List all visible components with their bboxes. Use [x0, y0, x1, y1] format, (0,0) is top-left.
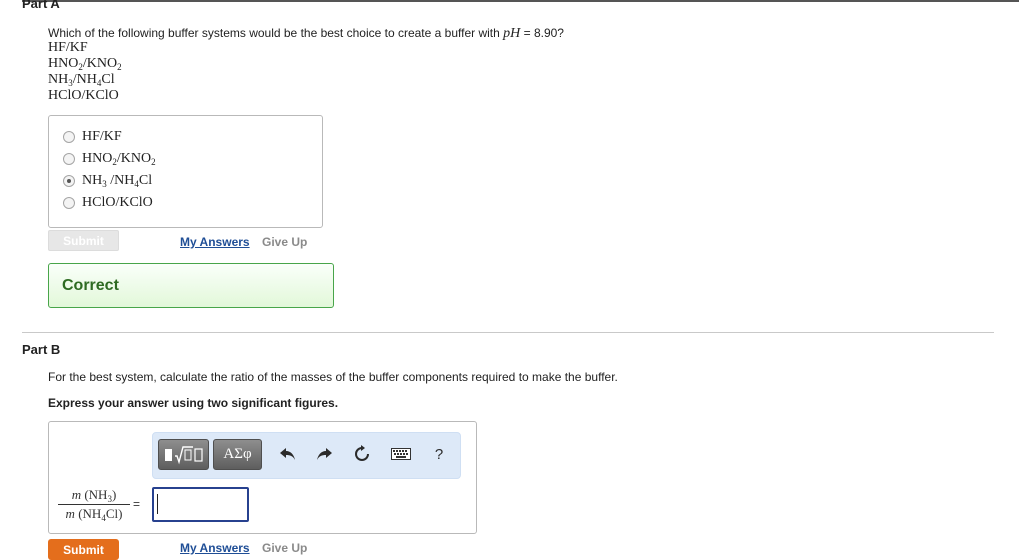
radio-button[interactable] [63, 197, 75, 209]
part-a-title: Part A [22, 0, 60, 11]
text-caret [157, 494, 158, 514]
formula-nh3-nh4cl: NH3/NH4Cl [48, 72, 115, 88]
redo-icon [317, 448, 332, 460]
choice-label: HClO/KClO [82, 195, 153, 210]
correct-feedback-text: Correct [62, 276, 119, 294]
part-b-my-answers-link[interactable]: My Answers [180, 541, 250, 555]
choice-nh3-nh4cl[interactable]: NH3 /NH4Cl [63, 171, 152, 191]
part-a-submit-button[interactable]: Submit [48, 230, 119, 251]
answer-input[interactable] [152, 487, 249, 522]
part-a-question: Which of the following buffer systems wo… [48, 26, 564, 42]
choice-label: HNO2/KNO2 [82, 151, 156, 167]
top-rule [22, 0, 1019, 2]
undo-icon [280, 448, 295, 460]
radio-button-selected[interactable] [63, 175, 75, 187]
templates-icon [164, 445, 203, 464]
choice-hf-kf[interactable]: HF/KF [63, 127, 122, 147]
formula-list: HF/KF HNO2/KNO2 NH3/NH4Cl HClO/KClO [48, 40, 122, 104]
fraction-numerator: m (NH3) [71, 487, 117, 504]
mass-ratio-fraction: m (NH3) m (NH4Cl) [58, 487, 130, 523]
choice-label: NH3 /NH4Cl [82, 173, 153, 189]
part-b-title: Part B [22, 342, 61, 357]
part-a-give-up-link[interactable]: Give Up [262, 235, 307, 249]
reset-icon [355, 445, 369, 461]
math-toolbar: ΑΣφ ? [152, 432, 461, 479]
part-a-my-answers-link[interactable]: My Answers [180, 235, 250, 249]
question-ph: pH [503, 26, 521, 41]
keyboard-button[interactable] [389, 443, 413, 465]
choices-box: HF/KF HNO2/KNO2 NH3 /NH4Cl HClO/KClO [48, 115, 323, 228]
part-b-question: For the best system, calculate the ratio… [48, 370, 618, 384]
section-divider [22, 332, 994, 333]
fraction-bar [58, 504, 130, 505]
help-button[interactable]: ? [429, 443, 449, 465]
undo-button[interactable] [277, 443, 299, 465]
keyboard-icon [391, 448, 411, 460]
part-b-instruction: Express your answer using two significan… [48, 396, 339, 410]
choice-label: HF/KF [82, 129, 122, 144]
question-prefix: Which of the following buffer systems wo… [48, 26, 504, 40]
reset-button[interactable] [351, 443, 373, 465]
templates-button[interactable] [158, 439, 209, 470]
radio-button[interactable] [63, 131, 75, 143]
part-b-submit-button[interactable]: Submit [48, 539, 119, 560]
equals-sign: = [133, 497, 141, 511]
correct-feedback-box: Correct [48, 263, 334, 308]
formula-hno2-kno2: HNO2/KNO2 [48, 56, 122, 72]
choice-hno2-kno2[interactable]: HNO2/KNO2 [63, 149, 156, 169]
radio-button[interactable] [63, 153, 75, 165]
part-b-give-up-link[interactable]: Give Up [262, 541, 307, 555]
fraction-denominator: m (NH4Cl) [65, 506, 123, 523]
choice-hclo-kclo[interactable]: HClO/KClO [63, 193, 153, 213]
question-suffix: = 8.90? [520, 26, 564, 40]
redo-button[interactable] [313, 443, 335, 465]
greek-symbols-button[interactable]: ΑΣφ [213, 439, 262, 470]
formula-hf-kf: HF/KF [48, 40, 88, 55]
formula-hclo-kclo: HClO/KClO [48, 88, 119, 103]
